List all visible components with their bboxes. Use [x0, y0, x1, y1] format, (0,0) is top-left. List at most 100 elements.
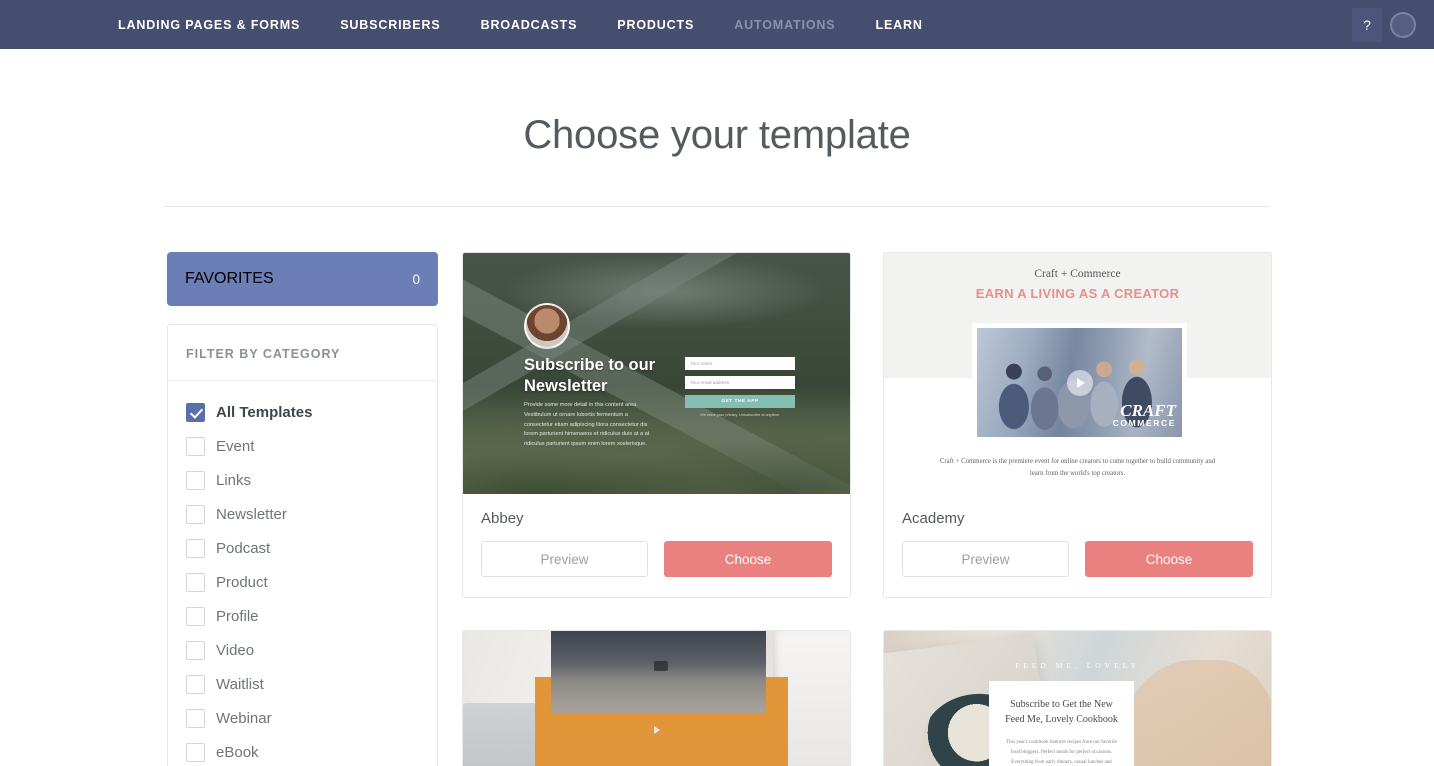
category-item-links[interactable]: Links — [186, 463, 419, 497]
checkbox-icon-links[interactable] — [186, 470, 205, 490]
primary-nav-links: LANDING PAGES & FORMS SUBSCRIBERS BROADC… — [118, 18, 963, 32]
category-checkbox-list: All Templates Event Links Newsletter Pod — [168, 381, 437, 766]
nav-right-actions: ? — [1352, 0, 1416, 49]
category-label: All Templates — [216, 403, 313, 421]
account-avatar-icon[interactable] — [1390, 11, 1416, 38]
template-thumbnail-academy[interactable]: Craft + Commerce EARN A LIVING AS A CREA… — [884, 253, 1271, 494]
template-meta-academy: Academy Preview Choose — [884, 494, 1271, 597]
feed-overlay-card: Subscribe to Get the New Feed Me, Lovely… — [989, 681, 1134, 766]
template-thumbnail-abbey[interactable]: Subscribe to our Newsletter Provide some… — [463, 253, 850, 494]
category-label: Webinar — [216, 709, 272, 727]
cookbook-hand-image — [1116, 659, 1271, 766]
category-label: Newsletter — [216, 505, 287, 523]
template-card-abbey: Subscribe to our Newsletter Provide some… — [462, 252, 851, 598]
category-label: Product — [216, 573, 268, 591]
template-grid: Subscribe to our Newsletter Provide some… — [462, 252, 1272, 766]
nav-item-learn[interactable]: LEARN — [875, 18, 922, 32]
category-label: Video — [216, 641, 255, 659]
checkbox-icon-event[interactable] — [186, 436, 205, 456]
category-item-product[interactable]: Product — [186, 565, 419, 599]
abbey-body-text: Provide some more detail in this content… — [524, 402, 650, 448]
academy-heading: EARN A LIVING AS A CREATOR — [975, 286, 1180, 301]
logo-line-2: COMMERCE — [1112, 417, 1176, 428]
nav-item-subscribers[interactable]: SUBSCRIBERS — [340, 18, 440, 32]
nav-item-broadcasts[interactable]: BROADCASTS — [481, 18, 578, 32]
preview-button-academy[interactable]: Preview — [902, 541, 1069, 577]
abbey-avatar-icon — [524, 303, 570, 349]
feed-thumbnail-content: FEED ME, LOVELY Subscribe to Get the New… — [884, 631, 1271, 766]
category-label: Waitlist — [216, 675, 264, 693]
nav-item-landing-pages-and-forms[interactable]: LANDING PAGES & FORMS — [118, 18, 300, 32]
preview-button-abbey[interactable]: Preview — [481, 541, 648, 577]
category-item-newsletter[interactable]: Newsletter — [186, 497, 419, 531]
template-card-three: Are you ready for more art? You're in th… — [462, 630, 851, 766]
nav-item-products[interactable]: PRODUCTS — [617, 18, 694, 32]
category-label: Links — [216, 471, 252, 489]
checkbox-icon-video[interactable] — [186, 640, 205, 660]
template-name: Academy — [902, 510, 965, 527]
category-item-profile[interactable]: Profile — [186, 599, 419, 633]
checkbox-icon-podcast[interactable] — [186, 538, 205, 558]
abbey-signup-form: Your name Your email address GET THE APP… — [685, 357, 795, 417]
abbey-email-field: Your email address — [685, 376, 795, 389]
academy-eyebrow-text: Craft + Commerce — [1034, 268, 1121, 280]
page-title: Choose your template — [523, 113, 911, 157]
artist-video-thumbnail — [551, 631, 766, 713]
favorites-button[interactable]: FAVORITES 0 — [167, 252, 438, 306]
academy-thumbnail-content: Craft + Commerce EARN A LIVING AS A CREA… — [884, 253, 1271, 494]
category-label: Event — [216, 437, 255, 455]
checkbox-icon-ebook[interactable] — [186, 742, 205, 762]
checkbox-icon-product[interactable] — [186, 572, 205, 592]
category-item-video[interactable]: Video — [186, 633, 419, 667]
page-content: FAVORITES 0 FILTER BY CATEGORY All Templ… — [0, 252, 1434, 766]
play-icon — [1066, 369, 1093, 396]
choose-button-abbey[interactable]: Choose — [664, 541, 832, 577]
category-item-event[interactable]: Event — [186, 429, 419, 463]
checkbox-icon-webinar[interactable] — [186, 708, 205, 728]
checkbox-icon-profile[interactable] — [186, 606, 205, 626]
template-actions: Preview Choose — [902, 541, 1253, 577]
category-item-ebook[interactable]: eBook — [186, 735, 419, 766]
abbey-thumbnail-content: Subscribe to our Newsletter Provide some… — [463, 253, 850, 494]
feed-heading-line-1: Subscribe to Get the New — [1010, 699, 1113, 710]
template-thumbnail-four[interactable]: FEED ME, LOVELY Subscribe to Get the New… — [884, 631, 1271, 766]
top-navigation-bar: LANDING PAGES & FORMS SUBSCRIBERS BROADC… — [0, 0, 1434, 49]
template-name: Abbey — [481, 510, 524, 527]
filter-panel-title: FILTER BY CATEGORY — [168, 325, 437, 381]
category-item-podcast[interactable]: Podcast — [186, 531, 419, 565]
heading-divider — [164, 206, 1270, 207]
category-label: Podcast — [216, 539, 271, 557]
help-icon[interactable]: ? — [1352, 7, 1382, 42]
nav-item-automations[interactable]: AUTOMATIONS — [734, 18, 835, 32]
template-actions: Preview Choose — [481, 541, 832, 577]
category-item-waitlist[interactable]: Waitlist — [186, 667, 419, 701]
template-card-academy: Craft + Commerce EARN A LIVING AS A CREA… — [883, 252, 1272, 598]
feed-brand-text: FEED ME, LOVELY — [1015, 661, 1140, 670]
artist-thumbnail-content: Are you ready for more art? You're in th… — [463, 631, 850, 766]
checkbox-icon-waitlist[interactable] — [186, 674, 205, 694]
checkbox-icon-newsletter[interactable] — [186, 504, 205, 524]
favorites-label: FAVORITES — [185, 270, 274, 287]
favorites-count: 0 — [412, 271, 420, 287]
category-item-webinar[interactable]: Webinar — [186, 701, 419, 735]
academy-description: Craft + Commerce is the premiere event f… — [939, 458, 1216, 477]
abbey-privacy-note: We value your privacy. Unsubscribe at an… — [700, 413, 780, 417]
template-meta-abbey: Abbey Preview Choose — [463, 494, 850, 597]
abbey-name-field: Your name — [685, 357, 795, 370]
category-label: Profile — [216, 607, 259, 625]
academy-video-thumbnail: CRAFT COMMERCE — [972, 323, 1187, 442]
abbey-submit-button: GET THE APP — [685, 395, 795, 408]
filter-sidebar: FAVORITES 0 FILTER BY CATEGORY All Templ… — [167, 252, 438, 766]
feed-body-text: This year's cookbook features recipes fr… — [1006, 740, 1117, 765]
feed-heading-line-2: Feed Me, Lovely Cookbook — [1005, 714, 1118, 725]
checkbox-icon-all-templates[interactable] — [186, 402, 205, 422]
choose-button-academy[interactable]: Choose — [1085, 541, 1253, 577]
template-card-four: FEED ME, LOVELY Subscribe to Get the New… — [883, 630, 1272, 766]
category-label: eBook — [216, 743, 259, 761]
craft-commerce-logo: CRAFT COMMERCE — [1113, 402, 1176, 428]
logo-line-1: CRAFT — [1120, 400, 1176, 420]
template-thumbnail-three[interactable]: Are you ready for more art? You're in th… — [463, 631, 850, 766]
category-item-all-templates[interactable]: All Templates — [186, 395, 419, 429]
filter-by-category-panel: FILTER BY CATEGORY All Templates Event L… — [167, 324, 438, 766]
play-icon — [653, 725, 660, 734]
